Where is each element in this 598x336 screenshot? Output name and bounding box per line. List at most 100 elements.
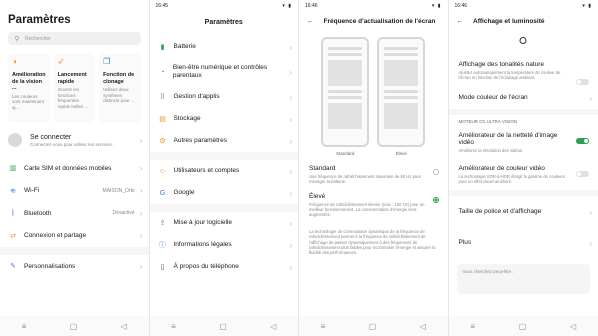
item-label: Bluetooth — [24, 209, 52, 217]
settings-item-sim[interactable]: ▥ Carte SIM et données mobiles › — [0, 157, 149, 180]
menu-icon[interactable]: ≡ — [321, 322, 326, 331]
chevron-right-icon: › — [289, 42, 292, 52]
chevron-right-icon: › — [589, 239, 592, 248]
home-icon[interactable]: ▢ — [219, 322, 227, 331]
settings-item-personalize[interactable]: ✎ Personnalisations › — [0, 255, 149, 278]
account-title: Se connecter — [30, 133, 72, 141]
page-title: Paramètres — [204, 19, 243, 26]
setting-description: La technologie SDR-à-HDR élargit la gamm… — [458, 174, 565, 184]
settings-item-update[interactable]: ⇪ Mise à jour logicielle › — [150, 212, 299, 234]
item-label: À propos du téléphone — [173, 263, 239, 270]
chevron-right-icon: › — [139, 163, 143, 173]
navigation-bar: ≡ ▢ ◁ — [149, 316, 298, 336]
back-icon[interactable]: ◁ — [420, 322, 426, 331]
back-arrow-icon[interactable]: ← — [457, 18, 464, 25]
chevron-right-icon: › — [289, 136, 292, 146]
preview-area: Standard Élevé — [299, 37, 448, 156]
card-title: Amélioration de la vision ... — [12, 72, 46, 91]
natural-tone-toggle[interactable] — [576, 79, 589, 85]
settings-main-screen: Paramètres ⚲ Rechercher ◑ Amélioration d… — [0, 0, 150, 336]
status-bar: 16:46 ▾ ▮ — [299, 0, 448, 11]
chevron-right-icon: › — [139, 231, 143, 241]
back-arrow-icon[interactable]: ← — [307, 18, 314, 25]
suggestions-label: Vous cherchez peut-être : — [462, 269, 514, 274]
settings-item-storage[interactable]: ▤ Stockage › — [150, 108, 299, 130]
chevron-right-icon: › — [289, 67, 292, 77]
back-icon[interactable]: ◁ — [121, 322, 127, 331]
setting-description: Ajustez automatiquement la température d… — [458, 70, 561, 80]
option-title: Standard — [309, 165, 336, 172]
bulb-icon: ◑ — [12, 57, 17, 66]
back-icon[interactable]: ◁ — [270, 322, 276, 331]
suggestion-card[interactable]: ◑ Amélioration de la vision ... Les coul… — [8, 53, 50, 123]
chevron-right-icon: › — [289, 92, 292, 102]
card-description: Les couleurs sont maintenant aj... — [12, 93, 45, 110]
menu-icon[interactable]: ≡ — [470, 322, 475, 331]
home-icon[interactable]: ▢ — [70, 322, 78, 331]
radio-button-selected[interactable] — [432, 197, 439, 203]
status-icons: ▾ ▮ — [431, 2, 442, 9]
settings-item-users[interactable]: ☺ Utilisateurs et comptes › — [150, 160, 299, 182]
setting-title: Mode couleur de l'écran — [458, 94, 528, 101]
option-high[interactable]: Élevé Fréquence de rafraîchissement élev… — [299, 188, 448, 221]
bluetooth-icon: ᛒ — [10, 209, 16, 217]
settings-item-wifi[interactable]: ≋ Wi-Fi MAISON_Orbi › — [0, 180, 149, 203]
radio-button[interactable] — [432, 169, 439, 175]
suggestion-card[interactable]: ➶ Lancement rapide Ouvrez les fonctions … — [53, 53, 96, 123]
wellbeing-icon: ◔ — [160, 68, 165, 76]
settings-item-bluetooth[interactable]: ᛒ Bluetooth Désactivé › — [0, 202, 149, 225]
settings-item-legal[interactable]: ⓘ Informations légales › — [150, 234, 299, 256]
home-icon[interactable]: ▢ — [519, 322, 527, 331]
users-icon: ☺ — [158, 167, 167, 175]
natural-tone-row[interactable]: Affichage des tonalités nature Ajustez a… — [449, 55, 598, 86]
settings-item-google[interactable]: G Google › — [150, 182, 299, 204]
chevron-right-icon: › — [289, 218, 292, 228]
suggestion-card[interactable]: ❐ Fonction de clonage Utilisez deux syst… — [99, 53, 141, 123]
account-signin[interactable]: Se connecter Connectez-vous pour utilise… — [8, 133, 143, 147]
settings-item-apps[interactable]: ⠿ Gestion d'applis › — [150, 86, 299, 108]
navigation-bar: ≡ ▢ ◁ — [448, 316, 598, 336]
header: ← Affichage et luminosité — [449, 11, 598, 33]
back-icon[interactable]: ◁ — [570, 322, 576, 331]
color-enhancer-row[interactable]: Améliorateur de couleur vidéo La technol… — [449, 159, 598, 190]
setting-title: Plus — [458, 239, 472, 246]
avatar — [8, 133, 22, 147]
setting-title: Taille de police et d'affichage — [458, 208, 542, 215]
info-text: La technologie de commutation dynamique … — [309, 229, 436, 256]
item-label: Stockage — [173, 115, 201, 122]
settings-item-about[interactable]: ▯ À propos du téléphone › — [150, 256, 299, 278]
status-bar: 16:45 ▾ ▮ — [150, 0, 299, 11]
search-input[interactable]: ⚲ Rechercher — [8, 32, 141, 45]
chevron-right-icon: › — [289, 114, 292, 124]
suggestion-cards: ◑ Amélioration de la vision ... Les coul… — [8, 53, 141, 123]
navigation-bar: ≡ ▢ ◁ — [299, 316, 448, 336]
sharpness-row[interactable]: Améliorateur de la netteté d'image vidéo… — [449, 126, 598, 159]
divider — [0, 247, 149, 255]
color-enhancer-toggle[interactable] — [576, 171, 589, 177]
menu-icon[interactable]: ≡ — [22, 322, 27, 331]
settings-item-battery[interactable]: ▮ Batterie › — [150, 36, 299, 58]
settings-item-more[interactable]: ⚙ Autres paramètres › — [150, 130, 299, 152]
brightness-slider[interactable] — [459, 33, 589, 49]
setting-title: Améliorateur de couleur vidéo — [458, 165, 545, 172]
item-label: Connexion et partage — [24, 232, 87, 240]
sharpness-toggle[interactable] — [576, 138, 589, 144]
clone-icon: ❐ — [103, 57, 111, 66]
font-size-row[interactable]: Taille de police et d'affichage › — [449, 196, 598, 227]
section-header: MOTEUR O1 ULTRA VISION — [458, 119, 518, 124]
phone-preview — [377, 37, 426, 147]
option-description: Une fréquence de rafraîchissement maxima… — [309, 174, 421, 184]
item-value: Désactivé — [112, 210, 135, 217]
option-standard[interactable]: Standard Une fréquence de rafraîchisseme… — [299, 160, 448, 188]
color-mode-row[interactable]: Mode couleur de l'écran › — [449, 86, 598, 109]
settings-item-connection[interactable]: ⇄ Connexion et partage › — [0, 225, 149, 248]
home-icon[interactable]: ▢ — [369, 322, 377, 331]
menu-icon[interactable]: ≡ — [171, 322, 176, 331]
info-icon: ⓘ — [159, 242, 166, 249]
more-row[interactable]: Plus › — [449, 227, 598, 258]
item-label: Google — [173, 189, 195, 196]
item-label: Autres paramètres — [173, 137, 227, 144]
item-label: Bien-être numérique et contrôles parenta… — [172, 64, 268, 79]
settings-item-wellbeing[interactable]: ◔ Bien-être numérique et contrôles paren… — [150, 58, 299, 86]
preview-standard: Standard — [321, 37, 370, 156]
